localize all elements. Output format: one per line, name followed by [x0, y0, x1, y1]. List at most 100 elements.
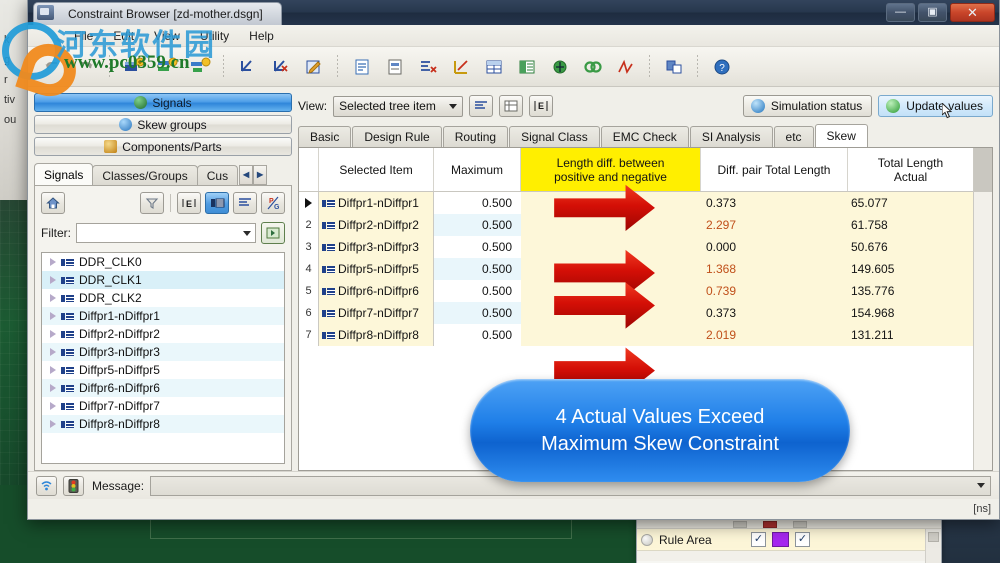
- rule-area-checkbox-right[interactable]: ✓: [795, 532, 810, 547]
- rule-area-row[interactable]: Rule Area ✓ ✓: [637, 529, 941, 551]
- waveform-icon[interactable]: [609, 52, 642, 82]
- tree-item-6[interactable]: Diffpr5-nDiffpr5: [42, 361, 284, 379]
- rule-area-color-swatch[interactable]: [772, 532, 789, 547]
- tab-etc[interactable]: etc: [773, 126, 814, 147]
- menu-item-edit[interactable]: Edit: [103, 27, 144, 45]
- tree-item-7[interactable]: Diffpr6-nDiffpr6: [42, 379, 284, 397]
- tree-item-5[interactable]: Diffpr3-nDiffpr3: [42, 343, 284, 361]
- tab-signal-class[interactable]: Signal Class: [509, 126, 600, 147]
- window-title-tab[interactable]: Constraint Browser [zd-mother.dsgn]: [33, 2, 282, 25]
- table-row[interactable]: Diffpr1-nDiffpr1 0.500 0.373 65.077: [299, 192, 992, 214]
- bg-panel-scroll-thumb[interactable]: [928, 532, 939, 542]
- tree-item-4[interactable]: Diffpr2-nDiffpr2: [42, 325, 284, 343]
- layout-icon[interactable]: [657, 52, 690, 82]
- menu-item-view[interactable]: View: [144, 27, 190, 45]
- signals-tree[interactable]: DDR_CLK0 DDR_CLK1 DDR_CLK2 Diffpr1-nDiff…: [41, 252, 285, 464]
- table-vertical-scrollbar[interactable]: [973, 148, 992, 470]
- table-row[interactable]: 5 Diffpr6-nDiffpr6 0.500 0.739 135.776: [299, 280, 992, 302]
- close-button[interactable]: ✕: [950, 3, 995, 22]
- tree-item-0[interactable]: DDR_CLK0: [42, 253, 284, 271]
- chevron-down-icon[interactable]: [449, 103, 458, 109]
- group-view-icon[interactable]: [510, 52, 543, 82]
- tree-item-8[interactable]: Diffpr7-nDiffpr7: [42, 397, 284, 415]
- clear-rule-icon[interactable]: [264, 52, 297, 82]
- undo-icon[interactable]: [36, 52, 69, 82]
- update-values-button[interactable]: Update values: [878, 95, 993, 119]
- expand-view-button[interactable]: E: [529, 95, 554, 117]
- help-icon[interactable]: ?: [705, 52, 738, 82]
- column-header-length-diff[interactable]: Length diff. between positive and negati…: [521, 148, 701, 191]
- filter-button[interactable]: [140, 192, 164, 214]
- mode-button-components-parts[interactable]: Components/Parts: [34, 137, 292, 156]
- menu-item-file[interactable]: File: [64, 27, 103, 45]
- new-constraint-icon[interactable]: [117, 52, 150, 82]
- mode-button-skew-groups[interactable]: Skew groups: [34, 115, 292, 134]
- edit-constraint-icon[interactable]: [150, 52, 183, 82]
- table-row[interactable]: 4 Diffpr5-nDiffpr5 0.500 1.368 149.605: [299, 258, 992, 280]
- column-header-maximum[interactable]: Maximum: [434, 148, 521, 191]
- expand-arrow-icon[interactable]: [50, 348, 56, 356]
- table-view-icon[interactable]: [477, 52, 510, 82]
- redo-icon[interactable]: [69, 52, 102, 82]
- sort-view-button[interactable]: [469, 95, 494, 117]
- column-header-selected-item[interactable]: Selected Item: [319, 148, 434, 191]
- expand-arrow-icon[interactable]: [50, 420, 56, 428]
- tab-classes-groups[interactable]: Classes/Groups: [92, 165, 198, 185]
- edit-rule-icon[interactable]: [297, 52, 330, 82]
- tab-scroll-next-icon[interactable]: ▶: [253, 165, 268, 185]
- menu-item-utility[interactable]: Utility: [190, 27, 239, 45]
- tab-skew[interactable]: Skew: [814, 124, 868, 147]
- maximize-button[interactable]: ▣: [918, 3, 947, 22]
- tab-signals[interactable]: Signals: [34, 163, 94, 185]
- signal-status-icon[interactable]: [36, 475, 57, 496]
- expand-arrow-icon[interactable]: [50, 258, 56, 266]
- apply-filter-icon[interactable]: [261, 222, 285, 244]
- tab-scroll-prev-icon[interactable]: ◀: [239, 165, 254, 185]
- length-chart-icon[interactable]: [444, 52, 477, 82]
- import-icon[interactable]: [345, 52, 378, 82]
- expand-arrow-icon[interactable]: [50, 330, 56, 338]
- minimize-button[interactable]: —: [886, 3, 915, 22]
- apply-constraint-icon[interactable]: [183, 52, 216, 82]
- tree-item-2[interactable]: DDR_CLK2: [42, 289, 284, 307]
- chevron-down-icon[interactable]: [977, 483, 985, 488]
- tab-basic[interactable]: Basic: [298, 126, 352, 147]
- expand-arrow-icon[interactable]: [50, 384, 56, 392]
- delete-rule-icon[interactable]: [411, 52, 444, 82]
- rule-area-checkbox-left[interactable]: ✓: [751, 532, 766, 547]
- export-icon[interactable]: [378, 52, 411, 82]
- tab-si-analysis[interactable]: SI Analysis: [689, 126, 773, 147]
- tab-emc-check[interactable]: EMC Check: [600, 126, 689, 147]
- table-row[interactable]: 6 Diffpr7-nDiffpr7 0.500 0.373 154.968: [299, 302, 992, 324]
- net-icon[interactable]: [543, 52, 576, 82]
- tab-routing[interactable]: Routing: [442, 126, 509, 147]
- matrix-view-button[interactable]: [499, 95, 524, 117]
- expand-all-button[interactable]: E: [177, 192, 201, 214]
- tree-item-3[interactable]: Diffpr1-nDiffpr1: [42, 307, 284, 325]
- tab-design-rule[interactable]: Design Rule: [352, 126, 442, 147]
- table-row[interactable]: 7 Diffpr8-nDiffpr8 0.500 2.019 131.211: [299, 324, 992, 346]
- link-net-icon[interactable]: [576, 52, 609, 82]
- expand-arrow-icon[interactable]: [50, 312, 56, 320]
- menu-item-help[interactable]: Help: [239, 27, 284, 45]
- expand-arrow-icon[interactable]: [50, 276, 56, 284]
- pg-toggle-button[interactable]: PG: [261, 192, 285, 214]
- expand-arrow-icon[interactable]: [50, 402, 56, 410]
- expand-arrow-icon[interactable]: [50, 366, 56, 374]
- tree-item-9[interactable]: Diffpr8-nDiffpr8: [42, 415, 284, 433]
- expand-arrow-icon[interactable]: [50, 294, 56, 302]
- check-rule-icon[interactable]: [231, 52, 264, 82]
- simulation-status-button[interactable]: Simulation status: [742, 95, 873, 117]
- filter-input[interactable]: [76, 223, 256, 243]
- mode-button-signals[interactable]: Signals: [34, 93, 292, 112]
- tab-custom[interactable]: Cus: [196, 165, 239, 185]
- column-header-total-length-actual[interactable]: Total Length Actual: [848, 148, 973, 191]
- table-row[interactable]: 3 Diffpr3-nDiffpr3 0.500 0.000 50.676: [299, 236, 992, 258]
- tree-item-1[interactable]: DDR_CLK1: [42, 271, 284, 289]
- net-view-button[interactable]: [205, 192, 229, 214]
- chevron-down-icon[interactable]: [243, 230, 251, 236]
- table-scroll-thumb[interactable]: [974, 148, 992, 192]
- column-header-diff-pair-total-length[interactable]: Diff. pair Total Length: [701, 148, 848, 191]
- home-button[interactable]: [41, 192, 65, 214]
- table-row[interactable]: 2 Diffpr2-nDiffpr2 0.500 2.297 61.758: [299, 214, 992, 236]
